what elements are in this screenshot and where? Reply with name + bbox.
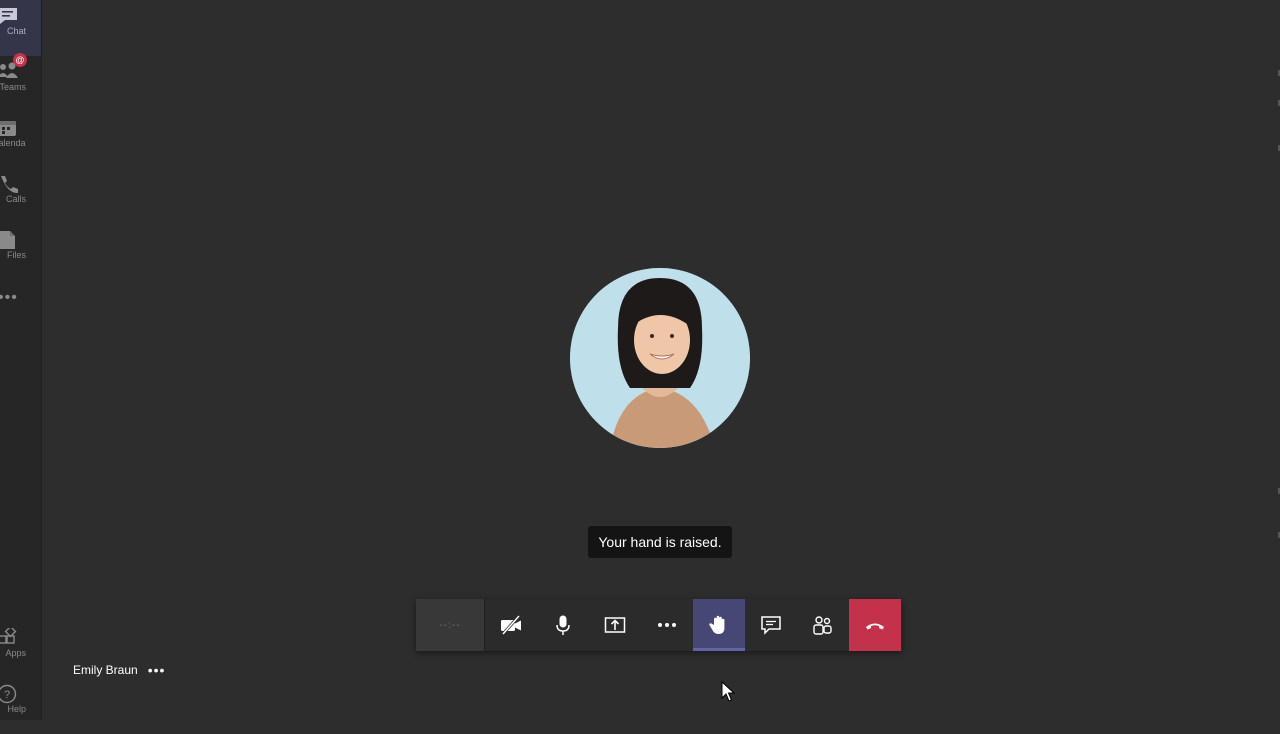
hand-raised-toast: Your hand is raised.	[588, 526, 732, 558]
files-icon	[0, 231, 15, 249]
rail-label-calendar: Calendar	[0, 138, 26, 148]
participant-label: Emily Braun •••	[73, 662, 165, 678]
rail-item-chat[interactable]: Chat	[0, 0, 41, 56]
chat-button[interactable]	[745, 599, 797, 651]
apps-icon	[0, 628, 17, 644]
app-rail: Chat Teams @ Calendar Calls Fi	[0, 0, 42, 720]
microphone-icon	[556, 615, 570, 635]
share-icon	[604, 617, 626, 633]
rail-label-calls: Calls	[5, 194, 26, 204]
participant-more-icon[interactable]: •••	[148, 662, 166, 678]
rail-more-icon[interactable]: •••	[0, 289, 18, 307]
participant-name: Emily Braun	[73, 663, 138, 677]
svg-text:?: ?	[4, 689, 10, 701]
share-screen-button[interactable]	[589, 599, 641, 651]
more-actions-button[interactable]	[641, 599, 693, 651]
hand-raised-message: Your hand is raised.	[598, 534, 722, 550]
caller-photo	[570, 268, 750, 448]
rail-item-help[interactable]: ? Help	[0, 678, 41, 734]
help-icon: ?	[0, 684, 17, 704]
rail-label-apps: Apps	[5, 648, 26, 658]
rail-label-teams: Teams	[0, 82, 26, 92]
hand-icon	[709, 615, 725, 634]
caller-avatar	[570, 268, 750, 448]
rail-label-files: Files	[6, 250, 26, 260]
people-icon	[813, 616, 832, 635]
rail-item-calendar[interactable]: Calendar	[0, 112, 41, 168]
microphone-button[interactable]	[537, 599, 589, 651]
chat-bubble-icon	[761, 616, 781, 635]
participants-button[interactable]	[797, 599, 849, 651]
mouse-cursor-icon	[721, 681, 735, 702]
camera-off-button[interactable]	[485, 599, 537, 651]
calendar-icon	[0, 121, 16, 136]
calls-icon	[1, 176, 18, 194]
call-timer: --:--	[416, 599, 485, 651]
rail-item-files[interactable]: Files	[0, 224, 41, 280]
call-toolbar: --:--	[416, 599, 902, 651]
rail-label-chat: Chat	[6, 26, 26, 36]
camera-off-icon	[501, 615, 521, 635]
chat-icon	[0, 8, 17, 24]
rail-label-help: Help	[7, 704, 26, 714]
hang-up-button[interactable]	[849, 599, 901, 651]
rail-item-apps[interactable]: Apps	[0, 622, 41, 678]
raise-hand-button[interactable]	[693, 599, 745, 651]
notification-badge: @	[13, 53, 27, 67]
more-icon	[658, 623, 676, 627]
hang-up-icon	[866, 623, 884, 630]
rail-item-calls[interactable]: Calls	[0, 168, 41, 224]
